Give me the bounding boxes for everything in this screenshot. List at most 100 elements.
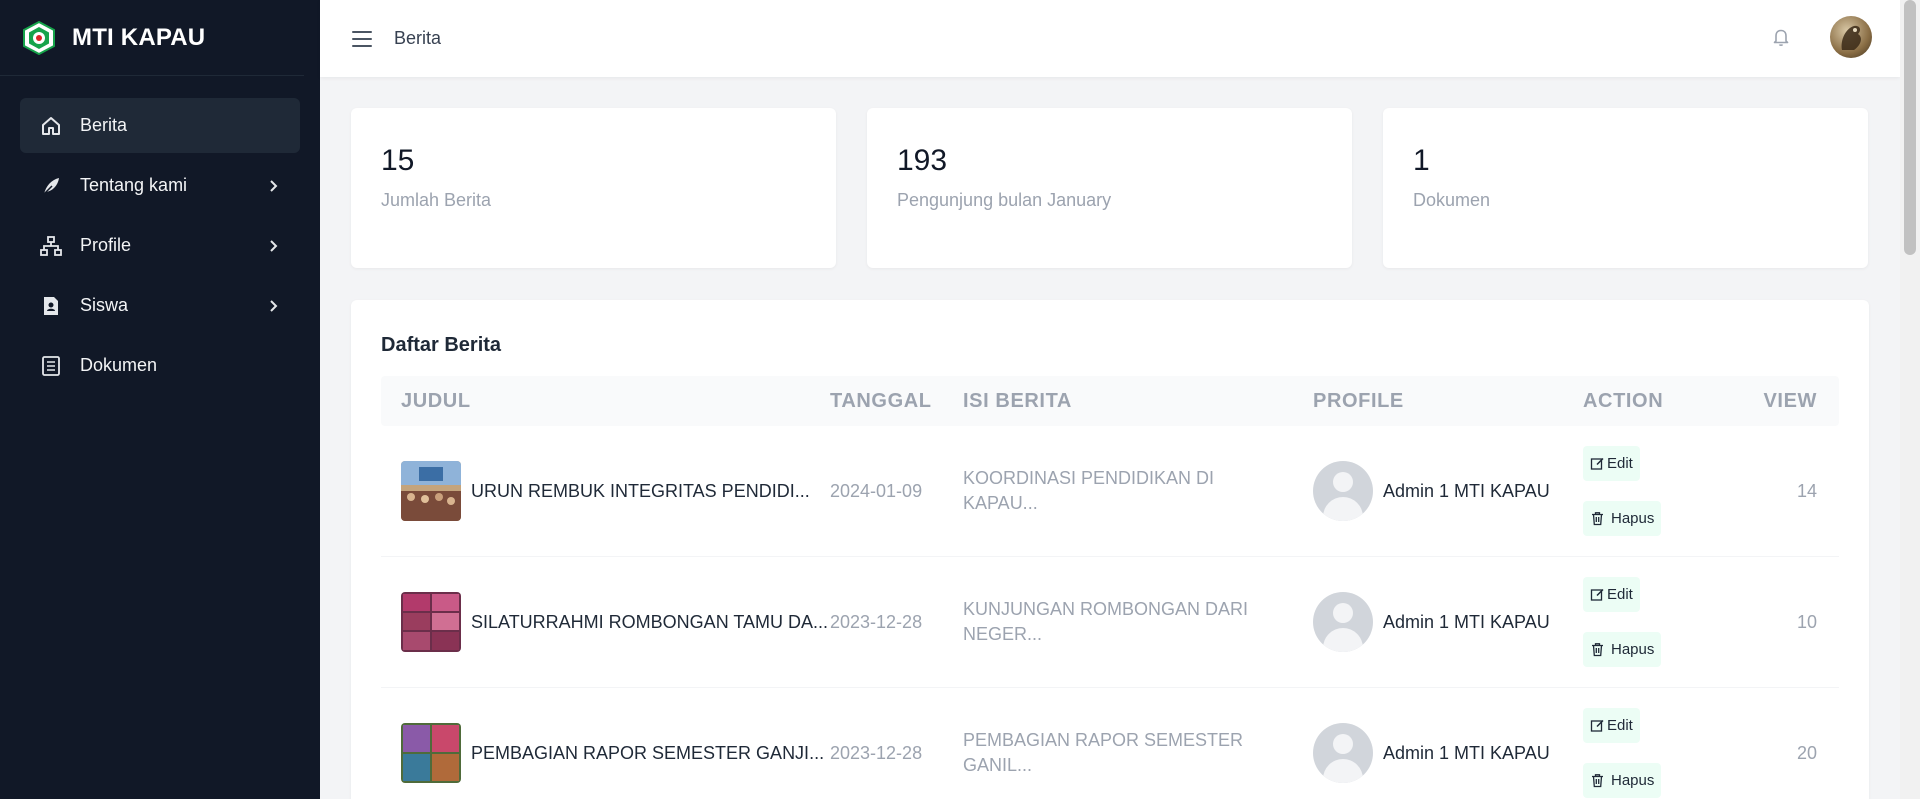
chevron-right-icon <box>270 179 278 192</box>
view-count: 14 <box>1796 480 1817 501</box>
column-header-judul: JUDUL <box>401 389 471 412</box>
news-title[interactable]: PEMBAGIAN RAPOR SEMESTER GANJI... <box>471 743 824 764</box>
sidebar: MTI KAPAU Berita Tentang kami Profile Si… <box>0 0 320 799</box>
stat-label: Dokumen <box>1413 190 1491 210</box>
edit-icon <box>1590 588 1604 601</box>
document-list-icon <box>40 355 62 377</box>
news-title[interactable]: SILATURRAHMI ROMBONGAN TAMU DA... <box>471 612 828 633</box>
column-header-action: ACTION <box>1583 389 1664 412</box>
stat-label: Jumlah Berita <box>381 190 492 210</box>
sidebar-item-label: Tentang kami <box>80 175 188 195</box>
sidebar-nav: Berita Tentang kami Profile Siswa Dokume… <box>0 76 320 420</box>
news-content-preview: PEMBAGIAN RAPOR SEMESTER GANIL... <box>963 730 1244 775</box>
sidebar-item-tentang-kami[interactable]: Tentang kami <box>20 158 300 213</box>
judul-cell: URUN REMBUK INTEGRITAS PENDIDI... <box>381 461 830 521</box>
news-content-preview: KUNJUNGAN ROMBONGAN DARI NEGER... <box>963 599 1249 644</box>
scrollbar-thumb[interactable] <box>1904 0 1916 255</box>
author-name: Admin 1 MTI KAPAU <box>1383 742 1550 763</box>
news-thumbnail <box>401 723 461 783</box>
sidebar-item-label: Dokumen <box>80 355 158 375</box>
delete-button-label: Hapus <box>1611 772 1655 789</box>
trash-icon <box>1592 512 1603 526</box>
page-scrollbar[interactable] <box>1900 0 1920 799</box>
delete-button-label: Hapus <box>1611 641 1655 658</box>
home-icon <box>40 115 62 137</box>
judul-cell: PEMBAGIAN RAPOR SEMESTER GANJI... <box>381 723 830 783</box>
school-logo-icon <box>23 20 55 55</box>
edit-button-label: Edit <box>1607 717 1633 734</box>
judul-cell: SILATURRAHMI ROMBONGAN TAMU DA... <box>381 592 830 652</box>
table-row: PEMBAGIAN RAPOR SEMESTER GANJI... 2023-1… <box>381 688 1839 799</box>
delete-button[interactable]: Hapus <box>1583 632 1662 667</box>
action-cell: Edit Hapus <box>1583 708 1723 798</box>
bell-icon[interactable] <box>1770 26 1792 48</box>
edit-button-label: Edit <box>1607 455 1633 472</box>
default-avatar-icon <box>1313 592 1373 652</box>
author-name: Admin 1 MTI KAPAU <box>1383 611 1550 632</box>
id-card-icon <box>40 295 62 317</box>
edit-icon <box>1590 457 1604 470</box>
action-cell: Edit Hapus <box>1583 577 1723 667</box>
brand[interactable]: MTI KAPAU <box>0 0 304 76</box>
feather-icon <box>40 175 62 197</box>
card-title: Daftar Berita <box>381 334 502 356</box>
news-thumbnail <box>401 592 461 652</box>
stats-row: 15 Jumlah Berita 193 Pengunjung bulan Ja… <box>351 108 1868 268</box>
topbar: Berita <box>320 0 1900 77</box>
profile-cell: Admin 1 MTI KAPAU <box>1313 461 1583 521</box>
view-count: 10 <box>1796 611 1817 632</box>
view-count: 20 <box>1796 742 1817 763</box>
default-avatar-icon <box>1313 723 1373 783</box>
delete-button-label: Hapus <box>1611 510 1655 527</box>
edit-button[interactable]: Edit <box>1583 446 1640 481</box>
table-row: SILATURRAHMI ROMBONGAN TAMU DA... 2023-1… <box>381 557 1839 688</box>
profile-cell: Admin 1 MTI KAPAU <box>1313 592 1583 652</box>
table-row: URUN REMBUK INTEGRITAS PENDIDI... 2024-0… <box>381 426 1839 557</box>
column-header-isi-berita: ISI BERITA <box>963 389 1072 412</box>
news-thumbnail <box>401 461 461 521</box>
trash-icon <box>1592 643 1603 657</box>
column-header-profile: PROFILE <box>1313 389 1404 412</box>
stat-value: 1 <box>1413 144 1430 177</box>
chevron-right-icon <box>270 239 278 252</box>
sidebar-item-label: Siswa <box>80 295 129 315</box>
news-date: 2023-12-28 <box>830 611 923 632</box>
sidebar-item-dokumen[interactable]: Dokumen <box>20 338 300 393</box>
action-cell: Edit Hapus <box>1583 446 1723 536</box>
sitemap-icon <box>40 235 62 257</box>
news-date: 2023-12-28 <box>830 742 923 763</box>
topbar-actions <box>1770 16 1872 58</box>
sidebar-item-berita[interactable]: Berita <box>20 98 300 153</box>
column-header-tanggal: TANGGAL <box>830 389 932 412</box>
brand-title: MTI KAPAU <box>72 23 206 51</box>
stat-card-dokumen: 1 Dokumen <box>1383 108 1868 268</box>
default-avatar-icon <box>1313 461 1373 521</box>
sidebar-item-label: Berita <box>80 115 128 135</box>
edit-button[interactable]: Edit <box>1583 708 1640 743</box>
sidebar-item-siswa[interactable]: Siswa <box>20 278 300 333</box>
edit-button[interactable]: Edit <box>1583 577 1640 612</box>
profile-cell: Admin 1 MTI KAPAU <box>1313 723 1583 783</box>
sidebar-item-label: Profile <box>80 235 132 255</box>
news-date: 2024-01-09 <box>830 480 923 501</box>
chevron-right-icon <box>270 299 278 312</box>
stat-value: 193 <box>897 144 948 177</box>
author-name: Admin 1 MTI KAPAU <box>1383 480 1550 501</box>
news-content-preview: KOORDINASI PENDIDIKAN DI KAPAU... <box>963 468 1215 513</box>
delete-button[interactable]: Hapus <box>1583 501 1662 536</box>
edit-button-label: Edit <box>1607 586 1633 603</box>
stat-label: Pengunjung bulan January <box>897 190 1112 210</box>
table-header: JUDUL TANGGAL ISI BERITA PROFILE ACTION … <box>381 376 1839 426</box>
stat-card-jumlah-berita: 15 Jumlah Berita <box>351 108 836 268</box>
delete-button[interactable]: Hapus <box>1583 763 1662 798</box>
news-title[interactable]: URUN REMBUK INTEGRITAS PENDIDI... <box>471 481 810 502</box>
page-title: Berita <box>394 28 442 48</box>
sidebar-item-profile[interactable]: Profile <box>20 218 300 273</box>
stat-card-pengunjung: 193 Pengunjung bulan January <box>867 108 1352 268</box>
news-table-card: Daftar Berita JUDUL TANGGAL ISI BERITA P… <box>351 300 1869 799</box>
user-avatar[interactable] <box>1830 16 1872 58</box>
column-header-view: VIEW <box>1763 389 1817 412</box>
stat-value: 15 <box>381 144 415 177</box>
hamburger-menu-icon[interactable] <box>352 29 372 49</box>
edit-icon <box>1590 719 1604 732</box>
